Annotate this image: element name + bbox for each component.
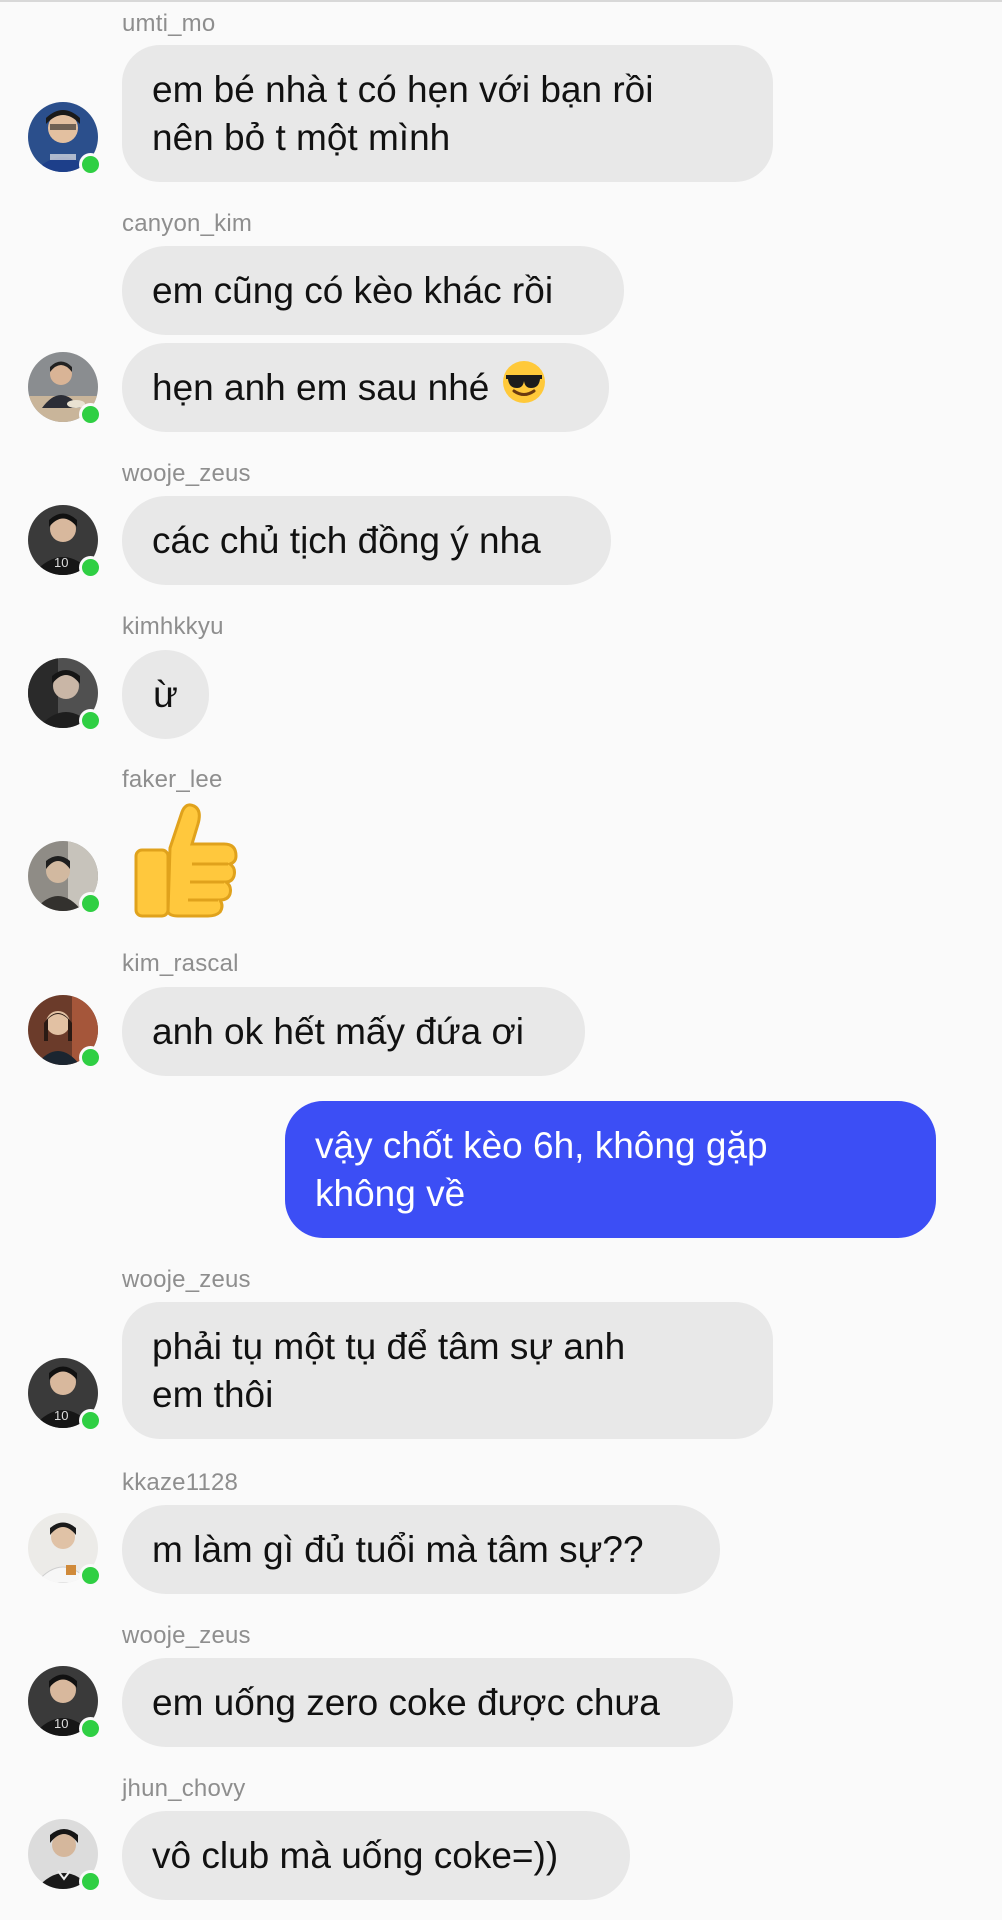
sender-name: jhun_chovy bbox=[122, 1775, 246, 1802]
online-status-icon bbox=[79, 1046, 102, 1069]
sender-name: faker_lee bbox=[122, 766, 223, 793]
avatar[interactable] bbox=[28, 995, 102, 1069]
avatar[interactable] bbox=[28, 102, 102, 176]
message-bubble[interactable]: anh ok hết mấy đứa ơi bbox=[122, 987, 585, 1076]
sender-name: wooje_zeus bbox=[122, 460, 251, 487]
online-status-icon bbox=[79, 1564, 102, 1587]
sender-name: wooje_zeus bbox=[122, 1622, 251, 1649]
message-bubble[interactable]: hẹn anh em sau nhé bbox=[122, 343, 609, 432]
avatar[interactable] bbox=[28, 1819, 102, 1893]
avatar[interactable] bbox=[28, 352, 102, 426]
message-text: các chủ tịch đồng ý nha bbox=[152, 519, 541, 561]
message-text: em bé nhà t có hẹn với bạn rồi nên bỏ t … bbox=[152, 68, 654, 158]
message-bubble[interactable]: m làm gì đủ tuổi mà tâm sự?? bbox=[122, 1505, 720, 1594]
sender-name: kkaze1128 bbox=[122, 1469, 239, 1496]
online-status-icon bbox=[79, 556, 102, 579]
online-status-icon bbox=[79, 709, 102, 732]
message-bubble[interactable]: ừ bbox=[122, 650, 209, 739]
sender-name: umti_mo bbox=[122, 10, 216, 37]
my-message-bubble[interactable]: vậy chốt kèo 6h, không gặp không về bbox=[285, 1101, 936, 1238]
online-status-icon bbox=[79, 403, 102, 426]
message-text: vô club mà uống coke=)) bbox=[152, 1834, 559, 1876]
message-bubble[interactable]: các chủ tịch đồng ý nha bbox=[122, 496, 611, 585]
message-bubble[interactable]: em cũng có kèo khác rồi bbox=[122, 246, 624, 335]
message-text: em cũng có kèo khác rồi bbox=[152, 269, 554, 311]
message-text: vậy chốt kèo 6h, không gặp không về bbox=[315, 1124, 768, 1214]
smiling-face-with-sunglasses-icon bbox=[501, 359, 547, 417]
online-status-icon bbox=[79, 1717, 102, 1740]
sender-name: kimhkkyu bbox=[122, 613, 224, 640]
top-divider bbox=[0, 0, 1002, 2]
message-bubble[interactable]: phải tụ một tụ để tâm sự anh em thôi bbox=[122, 1302, 773, 1439]
message-text: phải tụ một tụ để tâm sự anh em thôi bbox=[152, 1325, 626, 1415]
svg-text:10: 10 bbox=[54, 555, 68, 570]
online-status-icon bbox=[79, 1409, 102, 1432]
sender-name: canyon_kim bbox=[122, 210, 253, 237]
message-bubble[interactable]: vô club mà uống coke=)) bbox=[122, 1811, 630, 1900]
avatar[interactable]: 10 bbox=[28, 1358, 102, 1432]
message-text: ừ bbox=[153, 673, 178, 715]
svg-text:10: 10 bbox=[54, 1408, 68, 1423]
sender-name: kim_rascal bbox=[122, 950, 239, 977]
online-status-icon bbox=[79, 153, 102, 176]
online-status-icon bbox=[79, 892, 102, 915]
message-bubble[interactable]: em bé nhà t có hẹn với bạn rồi nên bỏ t … bbox=[122, 45, 773, 182]
avatar[interactable] bbox=[28, 1513, 102, 1587]
avatar[interactable]: 10 bbox=[28, 505, 102, 579]
message-text: hẹn anh em sau nhé bbox=[152, 366, 490, 408]
message-text: anh ok hết mấy đứa ơi bbox=[152, 1010, 524, 1052]
message-text: em uống zero coke được chưa bbox=[152, 1681, 660, 1723]
thumbs-up-icon[interactable] bbox=[132, 802, 242, 923]
online-status-icon bbox=[79, 1870, 102, 1893]
sender-name: wooje_zeus bbox=[122, 1266, 251, 1293]
message-bubble[interactable]: em uống zero coke được chưa bbox=[122, 1658, 733, 1747]
message-text: m làm gì đủ tuổi mà tâm sự?? bbox=[152, 1528, 644, 1570]
svg-text:10: 10 bbox=[54, 1716, 68, 1731]
avatar[interactable] bbox=[28, 658, 102, 732]
avatar[interactable]: 10 bbox=[28, 1666, 102, 1740]
avatar[interactable] bbox=[28, 841, 102, 915]
